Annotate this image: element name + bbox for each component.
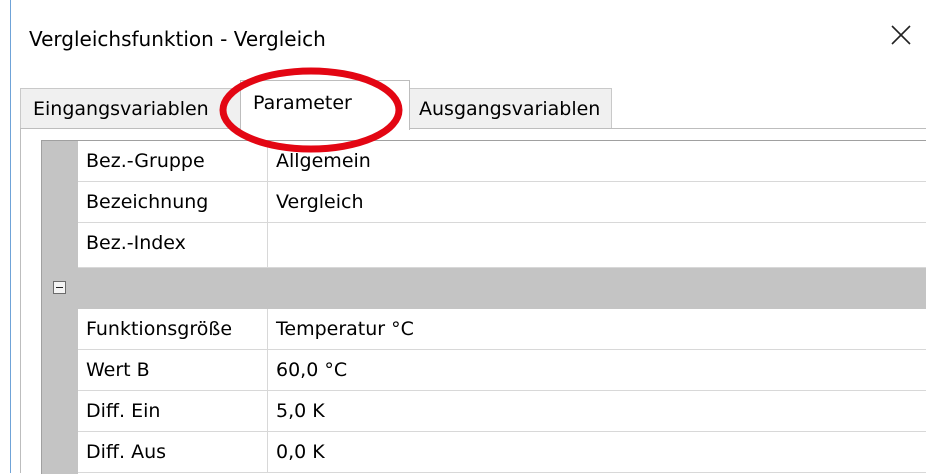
- tab-eingangsvariablen[interactable]: Eingangsvariablen: [20, 88, 242, 129]
- tab-parameter[interactable]: Parameter: [240, 80, 410, 130]
- close-button[interactable]: [876, 14, 926, 58]
- property-label: Diff. Ein: [78, 391, 268, 431]
- tab-ausgangsvariablen[interactable]: Ausgangsvariablen: [408, 88, 612, 129]
- property-row[interactable]: Bezeichnung Vergleich: [78, 182, 926, 223]
- property-value[interactable]: 5,0 K: [268, 391, 926, 431]
- property-label: Bezeichnung: [78, 182, 268, 222]
- property-row[interactable]: Wert B 60,0 °C: [78, 350, 926, 391]
- property-label: Bez.-Index: [78, 223, 268, 267]
- window-border: [10, 0, 11, 473]
- close-icon: [891, 25, 911, 45]
- property-label: Funktionsgröße: [78, 309, 268, 349]
- property-label: Bez.-Gruppe: [78, 141, 268, 181]
- tab-bar: Eingangsvariablen Ausgangsvariablen Para…: [20, 80, 620, 130]
- window-title: Vergleichsfunktion - Vergleich: [29, 27, 326, 51]
- property-value[interactable]: 60,0 °C: [268, 350, 926, 390]
- title-bar[interactable]: Vergleichsfunktion - Vergleich: [11, 0, 926, 70]
- tab-panel-parameter: Bez.-Gruppe Allgemein Bezeichnung Vergle…: [20, 128, 926, 474]
- property-label: Diff. Aus: [78, 432, 268, 472]
- section-header[interactable]: [42, 268, 926, 309]
- property-row[interactable]: Funktionsgröße Temperatur °C: [78, 309, 926, 350]
- property-row[interactable]: Bez.-Index: [78, 223, 926, 268]
- property-value[interactable]: Allgemein: [268, 141, 926, 181]
- property-label: Wert B: [78, 350, 268, 390]
- property-value[interactable]: Vergleich: [268, 182, 926, 222]
- dialog-window: Vergleichsfunktion - Vergleich Eingangsv…: [0, 0, 926, 474]
- property-row[interactable]: Bez.-Gruppe Allgemein: [78, 141, 926, 182]
- property-row[interactable]: Diff. Ein 5,0 K: [78, 391, 926, 432]
- property-grid: Bez.-Gruppe Allgemein Bezeichnung Vergle…: [41, 140, 926, 474]
- property-value[interactable]: Temperatur °C: [268, 309, 926, 349]
- property-value[interactable]: [268, 223, 926, 267]
- property-value[interactable]: 0,0 K: [268, 432, 926, 472]
- property-row[interactable]: Diff. Aus 0,0 K: [78, 432, 926, 473]
- collapse-minus-icon[interactable]: [53, 281, 66, 294]
